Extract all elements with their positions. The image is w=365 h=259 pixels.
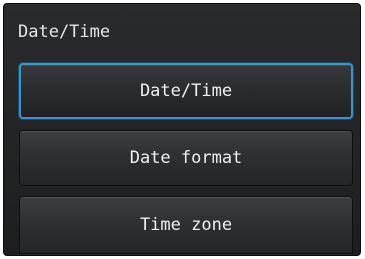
- time-zone-button[interactable]: Time zone: [19, 196, 353, 254]
- screen-title: Date/Time: [18, 22, 111, 42]
- date-time-button[interactable]: Date/Time: [19, 63, 353, 119]
- settings-screen: Date/Time Date/Time Date format Time zon…: [3, 3, 361, 256]
- date-format-button-label: Date format: [129, 148, 243, 168]
- time-zone-button-label: Time zone: [139, 215, 233, 235]
- date-format-button[interactable]: Date format: [19, 130, 353, 186]
- date-time-button-label: Date/Time: [139, 81, 233, 101]
